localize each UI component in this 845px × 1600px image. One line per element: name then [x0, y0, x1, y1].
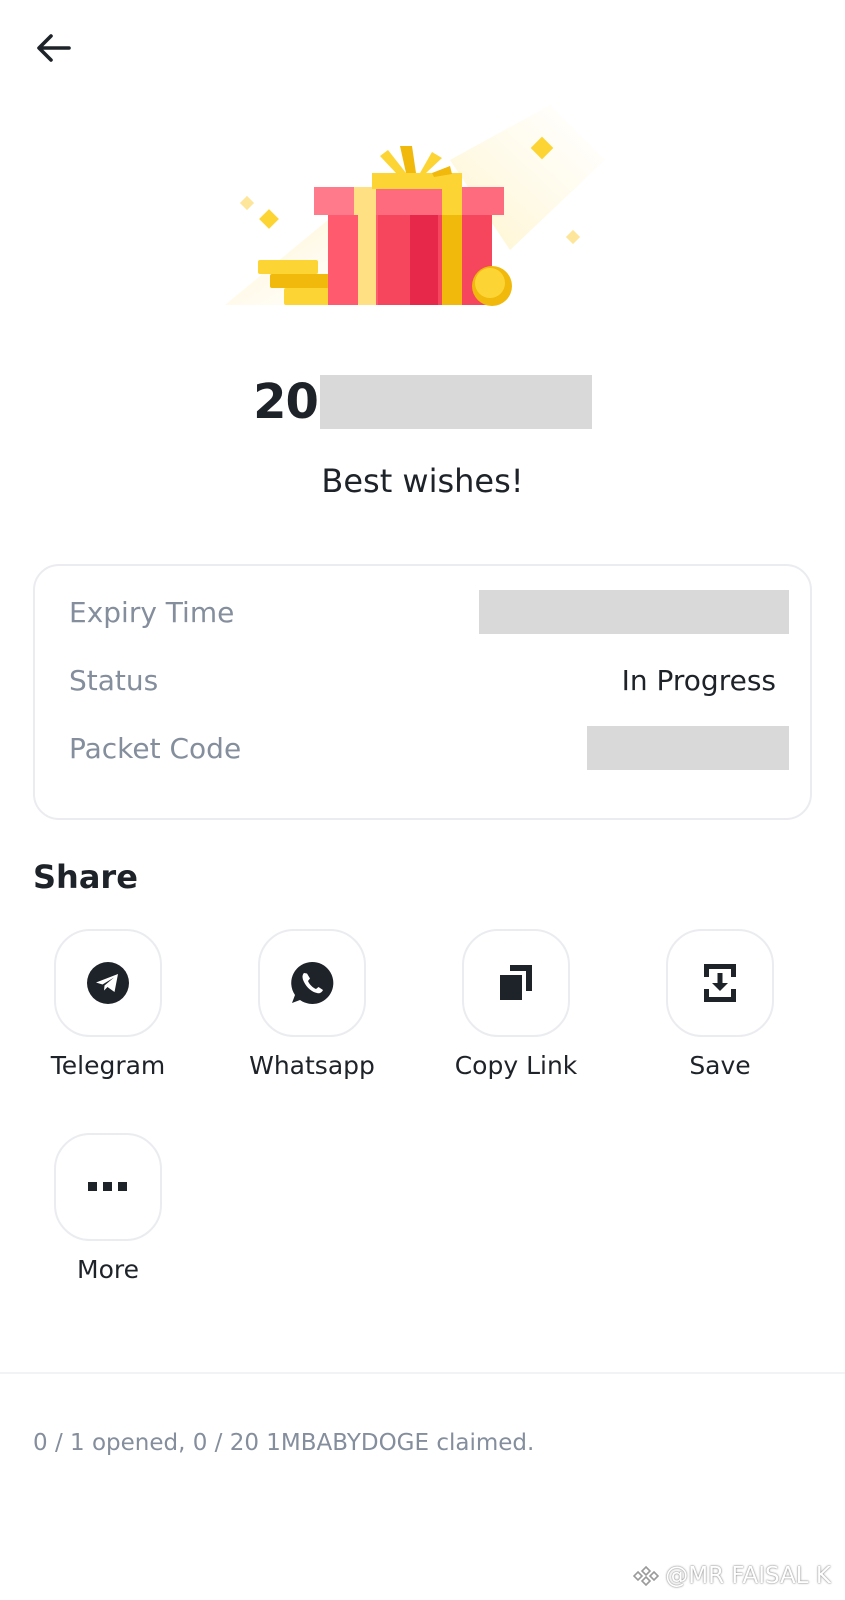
share-whatsapp-label: Whatsapp [249, 1051, 375, 1080]
packet-amount: 20 [0, 372, 845, 432]
expiry-time-label: Expiry Time [69, 595, 235, 629]
share-copy-link-button[interactable]: Copy Link [436, 929, 596, 1080]
amount-redacted-block [319, 375, 592, 429]
expiry-time-row: Expiry Time [69, 590, 789, 634]
packet-details-card: Expiry Time Status In Progress Packet Co… [33, 564, 812, 820]
red-packet-detail-page: 20 Best wishes! Expiry Time Status In Pr… [0, 0, 845, 1600]
share-copy-link-label: Copy Link [454, 1051, 578, 1080]
share-more-button[interactable]: More [28, 1133, 188, 1284]
share-save-button[interactable]: Save [640, 929, 800, 1080]
packet-code-row: Packet Code [69, 726, 789, 770]
share-telegram-label: Telegram [50, 1051, 166, 1080]
more-icon-box [54, 1133, 162, 1241]
more-dots-icon [88, 1182, 127, 1191]
telegram-icon-box [54, 929, 162, 1037]
expiry-time-redacted [479, 590, 789, 634]
share-save-label: Save [689, 1051, 751, 1080]
amount-value: 20 [253, 374, 319, 430]
share-whatsapp-button[interactable]: Whatsapp [232, 929, 392, 1080]
claim-summary-text: 0 / 1 opened, 0 / 20 1MBABYDOGE claimed. [33, 1430, 535, 1456]
greeting-message: Best wishes! [321, 462, 524, 500]
copy-icon-box [462, 929, 570, 1037]
status-label: Status [69, 663, 159, 697]
packet-code-label: Packet Code [69, 731, 242, 765]
status-value: In Progress [621, 663, 776, 697]
packet-code-redacted [587, 726, 789, 770]
status-row: Status In Progress [69, 658, 776, 702]
share-more-label: More [77, 1255, 139, 1284]
back-button[interactable] [30, 28, 76, 68]
save-icon-box [666, 929, 774, 1037]
save-download-icon [704, 964, 736, 1002]
section-divider [0, 1372, 845, 1374]
gift-box-illustration [225, 105, 605, 306]
binance-logo-icon [633, 1565, 660, 1587]
copy-icon [500, 965, 532, 1000]
telegram-icon [87, 962, 129, 1004]
arrow-left-icon [37, 34, 71, 62]
share-telegram-button[interactable]: Telegram [28, 929, 188, 1080]
whatsapp-icon-box [258, 929, 366, 1037]
share-section-title: Share [33, 858, 138, 896]
watermark: @MR FAISAL K [633, 1563, 831, 1589]
whatsapp-icon [291, 961, 334, 1004]
watermark-text: @MR FAISAL K [665, 1563, 831, 1589]
